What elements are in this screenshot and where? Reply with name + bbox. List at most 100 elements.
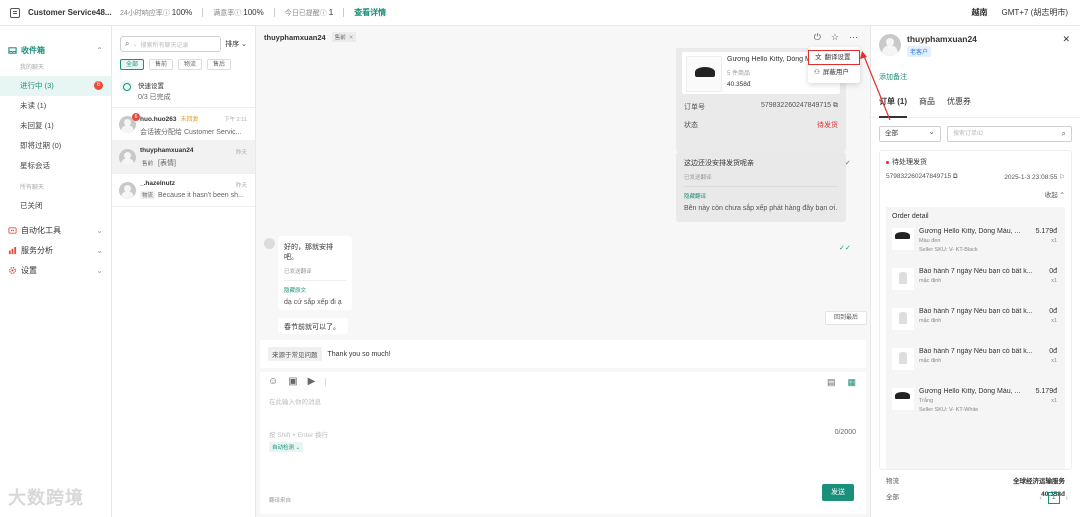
nav-item-in-progress[interactable]: 进行中 (3) 6 xyxy=(0,76,111,96)
customer-name: thuyphamxuan24 xyxy=(907,34,977,44)
conversation-item[interactable]: _.hazelnutz 昨天 物流 Because it hasn't been … xyxy=(112,174,255,207)
nav-item-unreplied[interactable]: 未回复 (1) xyxy=(0,116,111,136)
product-image xyxy=(892,228,914,250)
nav-item-closed[interactable]: 已关闭 xyxy=(0,196,111,216)
collapse-toggle[interactable]: 收起 ⌃ xyxy=(886,189,1065,199)
left-nav: 收件箱 ⌃ 我的聊天 进行中 (3) 6 未读 (1) 未回复 (1) 即将过期… xyxy=(0,26,112,517)
hide-original-link[interactable]: 隐藏原文 xyxy=(284,286,346,294)
chevron-up-icon: ⌃ xyxy=(96,45,103,55)
order-search-input[interactable]: 搜索订单ID ⌕ xyxy=(947,126,1072,142)
chevron-down-icon: ⌄ xyxy=(96,245,103,255)
analytics-icon xyxy=(8,246,17,254)
product-image xyxy=(686,56,722,92)
incoming-message: 春节前就可以了。 xyxy=(278,318,348,334)
tab-coupons[interactable]: 优惠券 xyxy=(947,96,971,118)
nav-item-unread[interactable]: 未读 (1) xyxy=(0,96,111,116)
conversation-list: ⌕ ⌄ 搜索所有聊天记录 排序 ⌄ 全部 售前 物流 售后 快速设置 0/3 已… xyxy=(112,26,256,517)
conversation-item[interactable]: thuyphamxuan24 昨天 售前 [表情] xyxy=(112,141,255,174)
stat-response-rate: 24小时响应率ⓘ 100% xyxy=(120,7,193,17)
prev-page-icon[interactable]: ‹ xyxy=(1039,495,1041,502)
brand-title: Customer Service48... xyxy=(28,8,112,17)
gear-icon xyxy=(8,266,17,274)
product-image xyxy=(892,348,914,370)
read-check-icon: ✓✓ xyxy=(839,245,851,252)
grid-icon[interactable]: ▦ xyxy=(847,377,856,388)
back-to-latest-button[interactable]: 回到最后 xyxy=(825,311,867,325)
nav-automation[interactable]: 自动化工具 ⌄ xyxy=(0,220,111,240)
tab-products[interactable]: 商品 xyxy=(919,96,935,118)
watermark: 大数跨境 xyxy=(8,488,84,508)
nav-item-starred[interactable]: 星标会话 xyxy=(0,156,111,176)
filter-aftersale[interactable]: 售后 xyxy=(207,59,232,70)
order-card-icon[interactable]: ▤ xyxy=(827,377,836,388)
filter-logistics[interactable]: 物流 xyxy=(178,59,203,70)
chevron-down-icon: ⌄ xyxy=(96,265,103,275)
menu-translate-settings[interactable]: 文翻译设置 xyxy=(808,50,860,65)
stats: 24小时响应率ⓘ 100% 满意率ⓘ 100% 今日已提醒ⓘ 1 查看详情 xyxy=(112,7,386,18)
more-icon[interactable]: ⋯ xyxy=(849,32,858,43)
nav-settings[interactable]: 设置 ⌄ xyxy=(0,260,111,280)
stat-reminded: 今日已提醒ⓘ 1 xyxy=(284,7,334,17)
nav-inbox[interactable]: 收件箱 ⌃ xyxy=(0,40,111,60)
order-item: Bảo hành 7 ngày Nếu bạn có bất k... mặc đ… xyxy=(892,308,1059,346)
nav-all-chats-heading: 所有聊天 xyxy=(20,185,45,191)
tab-orders[interactable]: 订单 (1) xyxy=(879,96,907,118)
add-note-link[interactable]: 添加备注 xyxy=(871,62,1080,82)
power-icon[interactable]: ⏻ xyxy=(814,32,821,43)
order-item: Bảo hành 7 ngày Nếu bạn có bất k... mặc đ… xyxy=(892,348,1059,386)
close-icon: ✕ xyxy=(348,35,354,41)
view-details-link[interactable]: 查看详情 xyxy=(354,7,386,18)
top-bar: Customer Service48... 24小时响应率ⓘ 100% 满意率ⓘ 1… xyxy=(0,0,1080,26)
quick-reply-suggestion[interactable]: 来源于常见问题 Thank you so much! xyxy=(260,340,866,368)
order-detail: Order detail Gương Hello Kitty, Dòng Màu… xyxy=(886,207,1065,469)
pagination: ‹ 1 › xyxy=(1039,492,1068,504)
avatar xyxy=(264,238,275,249)
char-counter: 0/2000 xyxy=(834,429,856,436)
sort-dropdown[interactable]: 排序 ⌄ xyxy=(225,39,247,49)
filter-presale[interactable]: 售前 xyxy=(149,59,174,70)
filter-all[interactable]: 全部 xyxy=(120,59,145,70)
page-number[interactable]: 1 xyxy=(1047,492,1060,504)
send-button[interactable]: 发送 xyxy=(822,484,854,501)
order-status: 待处理发货 xyxy=(892,159,927,166)
image-icon[interactable]: ▣ xyxy=(288,376,297,387)
automation-icon xyxy=(8,226,17,234)
brand[interactable]: Customer Service48... xyxy=(0,7,112,18)
next-page-icon[interactable]: › xyxy=(1066,495,1068,502)
quick-setup[interactable]: 快速设置 0/3 已完成 xyxy=(112,70,255,108)
chat-tag[interactable]: 售前 ✕ xyxy=(331,32,357,42)
order-item: Bảo hành 7 ngày Nếu bạn có bất k... mặc đ… xyxy=(892,268,1059,306)
search-input[interactable]: ⌕ ⌄ 搜索所有聊天记录 xyxy=(120,36,222,52)
chat-panel: thuyphamxuan24 售前 ✕ ⏻ ☆ ⋯ Gương Hello Kit… xyxy=(256,26,870,517)
hide-translation-link[interactable]: 隐藏翻译 xyxy=(684,192,838,200)
more-menu: 文翻译设置 ⚇ 屏蔽用户 xyxy=(808,47,860,83)
nav-analytics[interactable]: 服务分析 ⌄ xyxy=(0,240,111,260)
customer-tag: 老客户 xyxy=(907,46,932,57)
order-item: Gương Hello Kitty, Dòng Màu, ... Màu đen S… xyxy=(892,228,1059,266)
order-filter-select[interactable]: 全部 xyxy=(879,125,941,142)
product-image xyxy=(892,268,914,290)
message-input[interactable]: 在此输入你的消息 xyxy=(269,396,321,406)
conversation-item[interactable]: 6 huo.huo263 未回复 下午 2:11 会话被分配给 Customer … xyxy=(112,108,255,141)
search-icon: ⌕ xyxy=(125,39,130,48)
chevron-down-icon: ⌄ xyxy=(96,225,103,235)
order-card: 待处理发货 579832260247849715 ⧉ 2025-1-3 23:08… xyxy=(879,150,1072,501)
star-icon[interactable]: ☆ xyxy=(831,32,839,43)
language-selector[interactable]: 越南 xyxy=(972,7,988,18)
order-item: Gương Hello Kitty, Dòng Màu, ... Trắng Sel… xyxy=(892,388,1059,426)
customer-panel: thuyphamxuan24 老客户 ✕ 添加备注 订单 (1) 商品 优惠券 … xyxy=(870,26,1080,517)
nav-item-expiring[interactable]: 即将过期 (0) xyxy=(0,136,111,156)
unread-badge: 6 xyxy=(94,81,103,90)
timezone-selector[interactable]: GMT+7 (胡志明市) xyxy=(1002,7,1068,18)
emoji-icon[interactable]: ☺ xyxy=(268,376,278,387)
menu-block-user[interactable]: ⚇ 屏蔽用户 xyxy=(808,65,860,80)
block-user-icon: ⚇ xyxy=(814,69,820,76)
auto-detect-dropdown[interactable]: 自动检测 ⌄ xyxy=(269,442,304,452)
video-icon[interactable]: ▶ xyxy=(308,376,316,387)
product-image xyxy=(892,308,914,330)
avatar xyxy=(119,149,136,166)
quick-setup-icon xyxy=(120,80,132,92)
message-area: Gương Hello Kitty, Dòng M... 5 件商品 40.35… xyxy=(256,48,870,338)
search-icon: ⌕ xyxy=(1061,129,1066,138)
close-icon[interactable]: ✕ xyxy=(1062,34,1070,45)
